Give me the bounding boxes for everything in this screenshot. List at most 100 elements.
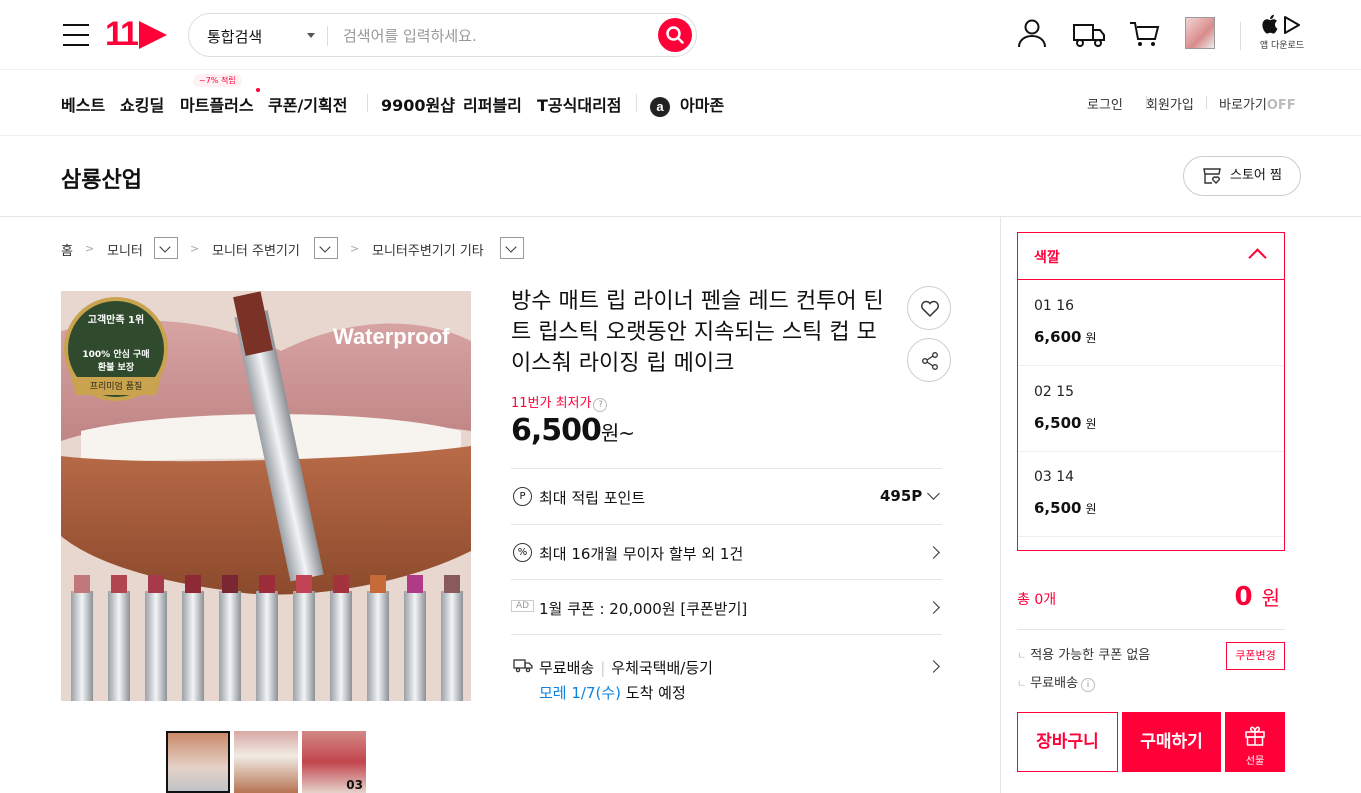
signup-link[interactable]: 회원가입 bbox=[1146, 94, 1194, 113]
badge-mid2-text: 환불 보장 bbox=[97, 363, 135, 373]
gift-icon bbox=[1245, 726, 1265, 746]
cart-icon[interactable] bbox=[1127, 16, 1161, 50]
option-price: 6,600 원 bbox=[1034, 328, 1097, 346]
breadcrumb-home[interactable]: 홈 bbox=[61, 240, 73, 259]
delivery-truck-icon[interactable] bbox=[1071, 16, 1107, 50]
ad-label: AD bbox=[511, 600, 535, 612]
search-scope-select[interactable]: 통합검색 bbox=[207, 26, 262, 47]
shipping-info: 무료배송 | 우체국택배/등기 bbox=[539, 659, 713, 677]
option-item[interactable]: 02 15 6,500 원 bbox=[1018, 366, 1284, 452]
buy-now-button[interactable]: 구매하기 bbox=[1122, 712, 1221, 772]
nav-item-amazon[interactable]: a 아마존 bbox=[650, 92, 724, 117]
store-follow-button[interactable]: 스토어 찜 bbox=[1183, 156, 1301, 196]
thumbnail-label: 03 bbox=[346, 778, 363, 792]
search-icon bbox=[666, 26, 684, 44]
points-row[interactable]: P 최대 적립 포인트 495P bbox=[511, 468, 942, 524]
site-logo[interactable]: 11 bbox=[105, 15, 167, 54]
divider bbox=[367, 94, 368, 112]
store-bar: 삼룡산업 스토어 찜 bbox=[0, 136, 1361, 217]
total-price: 0 원 bbox=[1200, 582, 1280, 612]
caret-down-icon[interactable] bbox=[307, 33, 315, 38]
option-item[interactable]: 01 16 6,600 원 bbox=[1018, 280, 1284, 366]
points-value: 495P bbox=[880, 487, 923, 505]
option-name: 01 16 bbox=[1034, 298, 1075, 314]
installment-row[interactable]: % 최대 16개월 무이자 할부 외 1건 bbox=[511, 524, 942, 579]
divider bbox=[1206, 96, 1207, 109]
store-follow-label: 스토어 찜 bbox=[1230, 168, 1282, 183]
nav-item-t-official[interactable]: T공식대리점 bbox=[537, 92, 622, 116]
badge-mid-text: 100% 안심 구매 bbox=[82, 350, 150, 360]
badge-ribbon-text: 프리미엄 품질 bbox=[89, 382, 143, 392]
total-price-value: 0 bbox=[1234, 582, 1253, 612]
shipping-label: 무료배송 bbox=[539, 659, 595, 677]
arrival-date: 모레 1/7(수) bbox=[539, 684, 622, 702]
recent-view-thumbnail[interactable] bbox=[1185, 17, 1215, 49]
option-selector: 색깔 01 16 6,600 원 02 15 6,500 원 03 14 6,500… bbox=[1017, 232, 1285, 551]
nav-item-shocking-deal[interactable]: 쇼킹딜 bbox=[120, 92, 164, 116]
login-link[interactable]: 로그인 bbox=[1087, 94, 1123, 113]
heart-icon bbox=[921, 300, 939, 318]
share-icon bbox=[922, 352, 938, 370]
breadcrumb-dropdown[interactable] bbox=[154, 237, 178, 259]
shortcut-state: OFF bbox=[1266, 98, 1296, 113]
breadcrumb-monitor[interactable]: 모니터 bbox=[107, 240, 143, 259]
thumbnail-2[interactable] bbox=[234, 731, 298, 793]
lowest-price-label: 11번가 최저가? bbox=[511, 392, 608, 412]
share-button[interactable] bbox=[907, 338, 951, 382]
amazon-label: 아마존 bbox=[680, 96, 725, 115]
won-unit: 원 bbox=[1261, 586, 1280, 610]
app-download-label: 앱 다운로드 bbox=[1259, 41, 1305, 51]
breadcrumb-dropdown[interactable] bbox=[314, 237, 338, 259]
percent-icon: % bbox=[513, 543, 532, 562]
total-count: 총 0개 bbox=[1017, 592, 1057, 608]
info-icon[interactable]: i bbox=[1081, 678, 1096, 692]
coupon-text: 1월 쿠폰 : 20,000원 [쿠폰받기] bbox=[539, 600, 748, 618]
nav-item-coupon[interactable]: 쿠폰/기획전 bbox=[268, 92, 347, 116]
panel-divider bbox=[1000, 217, 1001, 793]
breadcrumb-dropdown[interactable] bbox=[500, 237, 524, 259]
nav-item-refurbly[interactable]: 리퍼블리 bbox=[463, 92, 522, 116]
coupon-change-button[interactable]: 쿠폰변경 bbox=[1226, 642, 1285, 670]
breadcrumb-monitor-accessory-etc[interactable]: 모니터주변기기 기타 bbox=[372, 240, 484, 259]
chevron-right-icon bbox=[927, 601, 940, 614]
option-price: 6,500 원 bbox=[1034, 499, 1097, 517]
shortcut-toggle[interactable]: 바로가기OFF bbox=[1219, 94, 1296, 113]
divider bbox=[1017, 629, 1285, 630]
lowest-price-text: 11번가 최저가 bbox=[511, 396, 592, 411]
nav-item-mart-plus[interactable]: 마트플러스 bbox=[180, 92, 254, 116]
option-price-value: 6,500 bbox=[1034, 499, 1082, 517]
option-header-label: 색깔 bbox=[1034, 250, 1060, 266]
divider bbox=[327, 26, 328, 46]
option-item[interactable]: 03 14 6,500 원 bbox=[1018, 451, 1284, 537]
search-bar: 통합검색 bbox=[188, 13, 697, 57]
menu-icon[interactable] bbox=[63, 24, 89, 46]
option-header[interactable]: 색깔 bbox=[1018, 233, 1284, 280]
free-shipping-note: 무료배송i bbox=[1017, 672, 1096, 692]
points-label: 최대 적립 포인트 bbox=[539, 489, 646, 507]
search-input[interactable] bbox=[343, 24, 643, 48]
product-main-image[interactable]: 고객만족 1위 100% 안심 구매 환불 보장 프리미엄 품질 Waterpr… bbox=[61, 291, 471, 701]
divider bbox=[636, 94, 637, 112]
help-icon[interactable]: ? bbox=[593, 398, 608, 412]
amazon-icon: a bbox=[650, 97, 670, 117]
shipping-method: 우체국택배/등기 bbox=[611, 659, 713, 677]
chevron-down-icon[interactable] bbox=[927, 487, 940, 500]
shipping-row[interactable]: 무료배송 | 우체국택배/등기 모레 1/7(수) 도착 예정 bbox=[511, 634, 942, 710]
app-download-button[interactable]: 앱 다운로드 bbox=[1258, 14, 1306, 51]
search-button[interactable] bbox=[658, 18, 692, 52]
gift-button[interactable]: 선물 bbox=[1225, 712, 1285, 772]
option-name: 03 14 bbox=[1034, 469, 1075, 485]
thumbnail-1[interactable] bbox=[166, 731, 230, 793]
add-to-cart-button[interactable]: 장바구니 bbox=[1017, 712, 1118, 772]
breadcrumb-monitor-accessory[interactable]: 모니터 주변기기 bbox=[212, 240, 300, 259]
thumbnail-3[interactable]: 03 bbox=[302, 731, 366, 793]
wishlist-button[interactable] bbox=[907, 286, 951, 330]
user-icon[interactable] bbox=[1015, 16, 1049, 50]
coupon-row[interactable]: AD 1월 쿠폰 : 20,000원 [쿠폰받기] bbox=[511, 579, 942, 634]
chevron-right-icon: > bbox=[350, 242, 360, 255]
arrival-info: 모레 1/7(수) 도착 예정 bbox=[539, 682, 686, 703]
store-name[interactable]: 삼룡산업 bbox=[61, 162, 142, 194]
nav-item-9900-shop[interactable]: 9900원샵 bbox=[381, 92, 455, 116]
option-price: 6,500 원 bbox=[1034, 414, 1097, 432]
nav-item-best[interactable]: 베스트 bbox=[61, 92, 105, 116]
